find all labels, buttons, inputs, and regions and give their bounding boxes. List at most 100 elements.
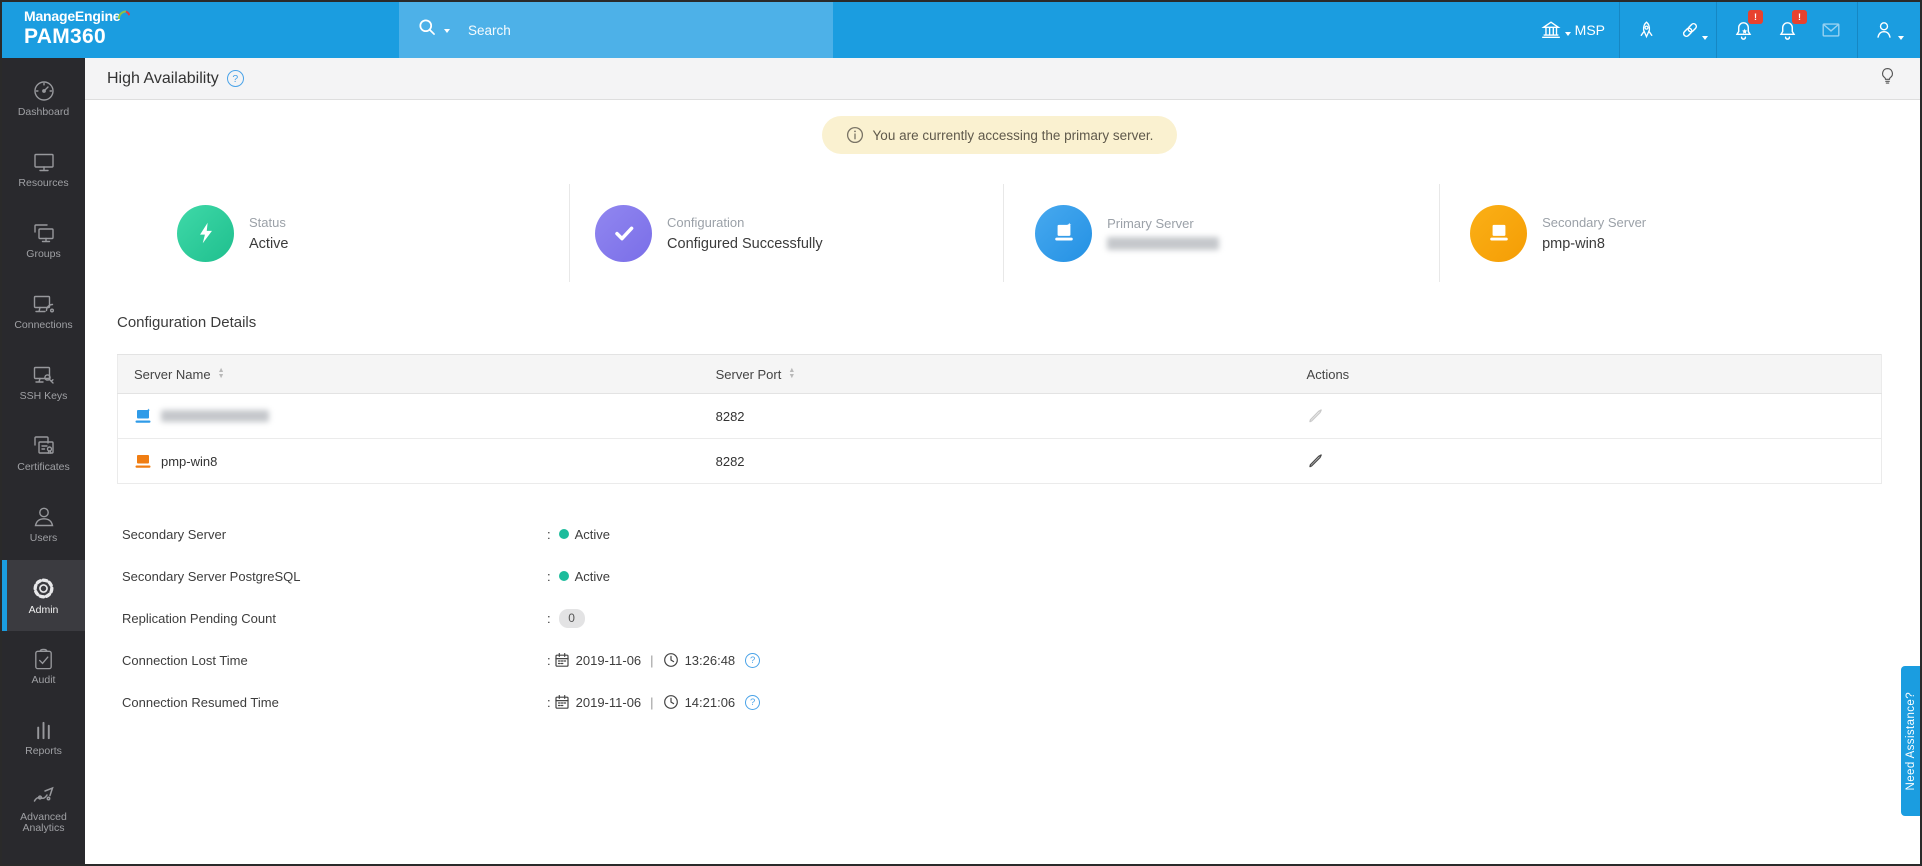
app-window: ManageEngine PAM360 MSP bbox=[0, 0, 1922, 866]
blurred-server-name bbox=[161, 410, 269, 422]
sidebar-item-reports[interactable]: Reports bbox=[2, 702, 85, 773]
topbar-separator bbox=[1619, 2, 1620, 58]
sidebar-nav: Dashboard Resources Groups Connections S… bbox=[2, 58, 85, 864]
laptop-icon bbox=[1470, 204, 1528, 262]
status-cards: Status Active Configuration Configured S… bbox=[85, 184, 1920, 282]
link-icon[interactable] bbox=[1668, 2, 1712, 58]
help-icon[interactable]: ? bbox=[745, 694, 761, 710]
card-label: Secondary Server bbox=[1542, 214, 1647, 230]
sort-server-port-icon[interactable]: ▲ ▼ bbox=[788, 367, 795, 380]
detail-row: Secondary Server PostgreSQL : Active bbox=[122, 568, 611, 584]
top-icon-group: MSP ! ! bbox=[1539, 2, 1920, 58]
check-icon bbox=[595, 204, 653, 262]
card-value: pmp-win8 bbox=[1542, 235, 1605, 252]
search-icon[interactable] bbox=[417, 17, 438, 43]
page-title: High Availability bbox=[107, 69, 219, 87]
sidebar-item-resources[interactable]: Resources bbox=[2, 134, 85, 205]
edit-icon bbox=[1307, 409, 1324, 426]
calendar-icon bbox=[555, 695, 569, 709]
sidebar-item-groups[interactable]: Groups bbox=[2, 205, 85, 276]
resources-icon bbox=[33, 154, 54, 172]
card-label: Primary Server bbox=[1107, 216, 1194, 231]
server-port-cell: 8282 bbox=[699, 438, 1291, 484]
primary-laptop-icon bbox=[135, 408, 151, 423]
page-help-icon[interactable]: ? bbox=[226, 70, 244, 87]
connections-icon bbox=[33, 296, 54, 313]
server-port-cell: 8282 bbox=[699, 393, 1291, 439]
clock-icon bbox=[663, 695, 678, 709]
help-icon[interactable]: ? bbox=[745, 652, 761, 668]
date-value: 2019-11-06 bbox=[575, 694, 642, 710]
admin-gear-icon bbox=[33, 578, 54, 599]
card-label: Status bbox=[249, 214, 286, 230]
banner-text: You are currently accessing the primary … bbox=[872, 127, 1154, 143]
users-icon bbox=[34, 507, 53, 527]
status-dot bbox=[558, 529, 569, 539]
edit-icon[interactable] bbox=[1307, 454, 1324, 471]
brand-logo[interactable]: ManageEngine PAM360 bbox=[2, 2, 399, 58]
ssh-keys-icon bbox=[33, 367, 54, 384]
card-value: Configured Successfully bbox=[667, 235, 823, 252]
bell-icon[interactable]: ! bbox=[1765, 2, 1809, 58]
rocket-icon[interactable] bbox=[1624, 2, 1668, 58]
reports-icon bbox=[37, 721, 50, 739]
notification-badge: ! bbox=[1792, 10, 1807, 24]
search-scope-caret-icon[interactable] bbox=[444, 29, 450, 33]
sort-server-name-icon[interactable]: ▲ ▼ bbox=[218, 367, 225, 380]
org-caret-icon bbox=[1565, 32, 1572, 36]
brand-pam360: PAM360 bbox=[24, 25, 106, 48]
card-primary-server: Primary Server bbox=[1003, 184, 1439, 282]
bolt-icon bbox=[177, 204, 234, 262]
detail-row: Connection Resumed Time : 2019-11-06 | 1… bbox=[122, 691, 1882, 713]
sidebar-item-dashboard[interactable]: Dashboard bbox=[2, 63, 85, 134]
status-value: Active bbox=[574, 568, 611, 584]
notification-badge: ! bbox=[1748, 10, 1763, 24]
need-assistance-tab[interactable]: Need Assistance? bbox=[1901, 666, 1920, 816]
brand-swoosh-icon bbox=[118, 8, 131, 26]
sidebar-item-advanced-analytics[interactable]: Advanced Analytics bbox=[2, 773, 85, 844]
col-server-port: Server Port bbox=[715, 366, 782, 382]
top-bar: ManageEngine PAM360 MSP bbox=[2, 2, 1920, 58]
card-status: Status Active bbox=[85, 184, 569, 282]
computer-icon bbox=[1035, 204, 1093, 262]
sidebar-item-connections[interactable]: Connections bbox=[2, 276, 85, 347]
tips-bulb-icon[interactable] bbox=[1879, 66, 1896, 91]
msp-label[interactable]: MSP bbox=[1575, 22, 1605, 38]
sidebar-item-certificates[interactable]: Certificates bbox=[2, 418, 85, 489]
dashboard-icon bbox=[33, 81, 54, 101]
sidebar-item-users[interactable]: Users bbox=[2, 489, 85, 560]
user-caret-icon bbox=[1898, 36, 1904, 40]
count-badge: 0 bbox=[558, 608, 585, 628]
servers-table: Server Name ▲▼ Server Port ▲▼ Actions bbox=[116, 354, 1882, 484]
link-caret-icon bbox=[1702, 36, 1708, 40]
col-server-name: Server Name bbox=[134, 366, 211, 382]
card-secondary-server: Secondary Server pmp-win8 bbox=[1439, 184, 1920, 282]
sidebar-item-admin[interactable]: Admin bbox=[2, 560, 85, 631]
search-input[interactable] bbox=[468, 22, 768, 38]
col-actions: Actions bbox=[1306, 366, 1350, 382]
info-icon bbox=[846, 126, 863, 144]
sidebar-item-audit[interactable]: Audit bbox=[2, 631, 85, 702]
sidebar-item-ssh-keys[interactable]: SSH Keys bbox=[2, 347, 85, 418]
topbar-separator bbox=[1857, 2, 1858, 58]
detail-row: Replication Pending Count : 0 bbox=[122, 607, 1882, 629]
clock-icon bbox=[663, 653, 678, 667]
detail-row: Connection Lost Time : 2019-11-06 | 13:2… bbox=[122, 649, 1882, 671]
card-label: Configuration bbox=[667, 214, 745, 230]
groups-icon bbox=[33, 224, 54, 243]
audit-icon bbox=[35, 648, 52, 670]
section-title: Configuration Details bbox=[117, 314, 257, 331]
primary-server-banner: You are currently accessing the primary … bbox=[821, 116, 1178, 154]
table-row-primary: 8282 bbox=[116, 393, 1882, 439]
card-configuration: Configuration Configured Successfully bbox=[569, 184, 1003, 282]
org-bank-icon[interactable] bbox=[1539, 2, 1573, 58]
time-value: 14:21:06 bbox=[684, 694, 736, 710]
global-search[interactable] bbox=[399, 2, 833, 58]
status-dot bbox=[558, 571, 569, 581]
user-icon[interactable] bbox=[1862, 2, 1906, 58]
time-value: 13:26:48 bbox=[684, 652, 736, 668]
calendar-icon bbox=[555, 653, 569, 667]
bell-star-icon[interactable]: ! bbox=[1721, 2, 1765, 58]
secondary-laptop-icon bbox=[135, 454, 151, 468]
envelope-icon[interactable] bbox=[1809, 2, 1853, 58]
